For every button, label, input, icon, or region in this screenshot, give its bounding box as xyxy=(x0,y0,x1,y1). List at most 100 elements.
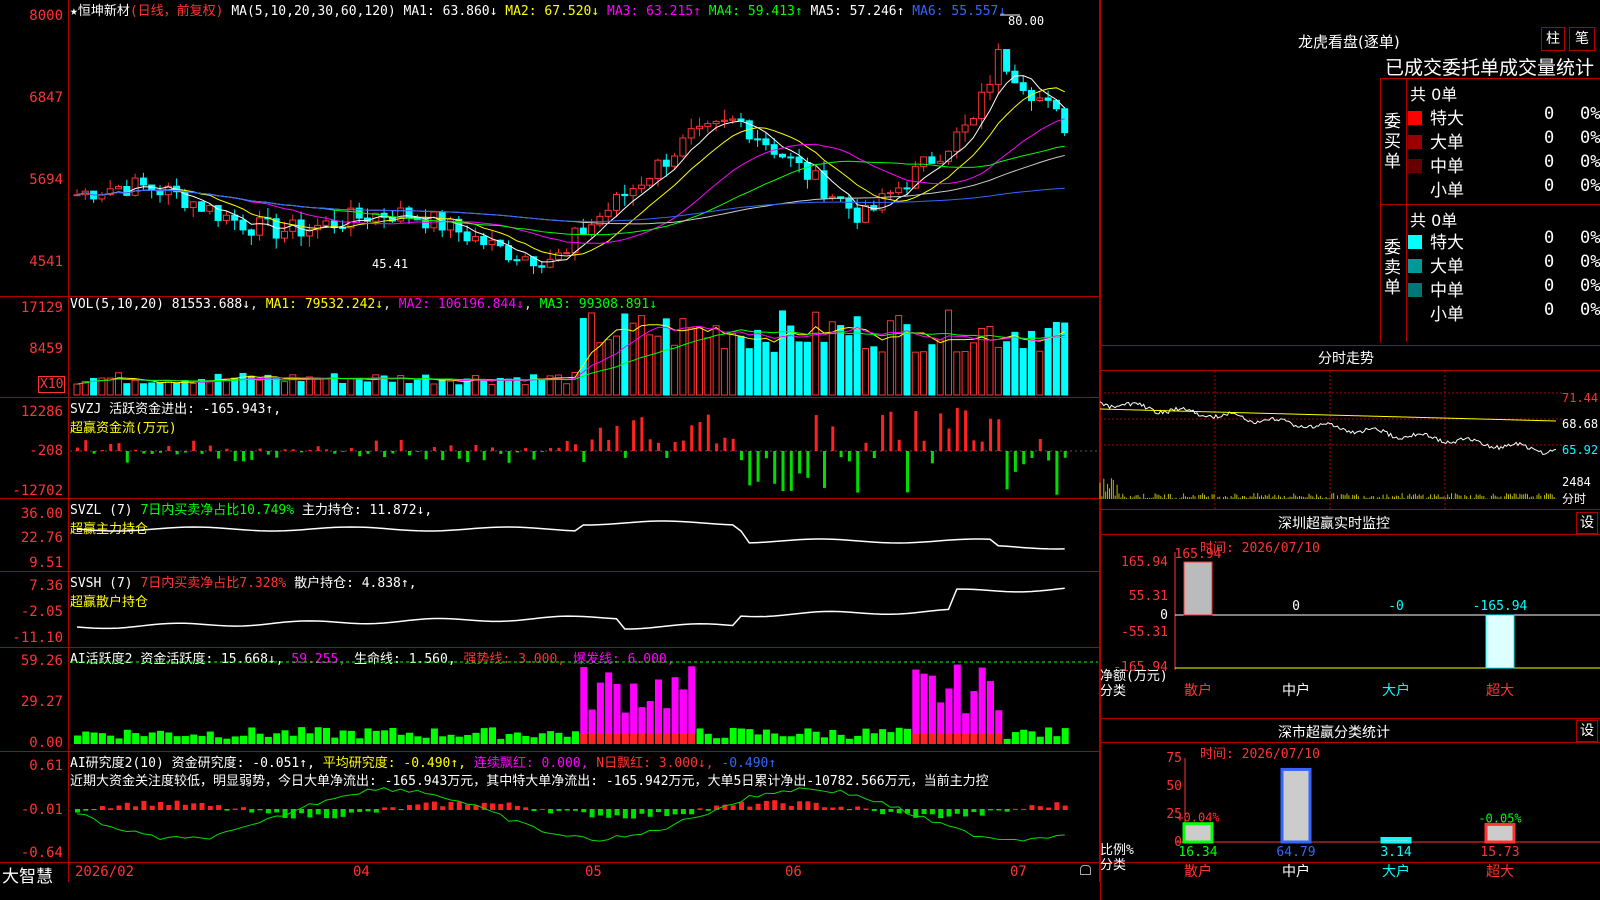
volume-bar xyxy=(671,344,679,396)
monitor-settings-button[interactable]: 设 xyxy=(1576,512,1598,534)
flow-bar xyxy=(474,445,478,451)
class-axis-label: 50 xyxy=(1166,779,1182,794)
research-bar xyxy=(1012,808,1018,810)
flow-bar xyxy=(266,451,270,455)
flow-bar xyxy=(1030,451,1034,458)
class-change-label: -0.05% xyxy=(1478,811,1522,825)
monitor-chart[interactable]: 165.94 55.31 0 -55.31 -165.94 净额(万元)分类 165.94 散… xyxy=(1100,547,1600,718)
row-value: 0 xyxy=(1544,228,1555,248)
flow-bar xyxy=(897,439,901,451)
svsh-chart[interactable] xyxy=(0,572,1100,647)
activity-bar xyxy=(464,735,472,744)
activity-bar xyxy=(347,730,355,744)
volume-panel[interactable]: VOL(5,10,20) 81553.688↓, MA1: 79532.242↓… xyxy=(0,297,1100,398)
flow-bar xyxy=(681,440,685,451)
activity-bar xyxy=(107,735,115,744)
ai-activity-chart[interactable] xyxy=(0,648,1100,751)
svzj-chart[interactable] xyxy=(0,398,1100,498)
activity-base xyxy=(995,734,1003,744)
activity-bar xyxy=(82,731,90,744)
intraday-chart[interactable] xyxy=(1099,371,1600,509)
axis-label: -11.10 xyxy=(12,630,63,646)
svsh-panel[interactable]: SVSH (7) 7日内买卖净占比7.328% 散户持仓: 4.838↑, 超赢… xyxy=(0,572,1100,648)
research-bar xyxy=(182,804,188,810)
activity-bar xyxy=(206,731,214,744)
monitor-value-label: 0 xyxy=(1292,599,1300,614)
flow-bar xyxy=(457,451,461,459)
volume-bar xyxy=(812,311,820,396)
volume-bar xyxy=(314,378,322,396)
axis-label: -0.64 xyxy=(20,845,63,861)
classstat-chart[interactable]: 7550250比例%分类+0.04%16.34散户64.79中户3.14大户-0… xyxy=(1100,751,1600,900)
research-bar xyxy=(573,809,578,811)
candle xyxy=(579,227,587,236)
classstat-panel[interactable]: 7550250比例%分类+0.04%16.34散户64.79中户3.14大户-0… xyxy=(1100,751,1600,900)
axis-label: 36.00 xyxy=(20,506,63,522)
candle xyxy=(637,184,645,190)
activity-bar xyxy=(289,735,297,744)
research-bar xyxy=(490,803,495,810)
candle xyxy=(505,245,513,261)
volume-bar xyxy=(339,382,347,396)
intraday-vol-label: 2484 xyxy=(1562,475,1591,489)
volume-bar xyxy=(969,342,977,396)
activity-bar xyxy=(513,732,521,744)
lock-icon[interactable] xyxy=(1080,865,1091,875)
research-bar xyxy=(954,809,960,814)
intraday-title-bar xyxy=(1100,345,1600,346)
row-percent: 0% xyxy=(1580,152,1600,172)
research-bar xyxy=(307,809,313,818)
volume-bar xyxy=(156,382,164,396)
flow-bar xyxy=(391,451,395,454)
price-line xyxy=(1099,401,1557,455)
svzj-panel[interactable]: SVZJ 活跃资金进出: -165.943↑, 超赢资金流(万元) xyxy=(0,398,1100,499)
tick-mode-button[interactable]: 笔 xyxy=(1569,27,1595,51)
candle xyxy=(422,219,430,229)
activity-bar xyxy=(688,666,696,744)
volume-bar xyxy=(173,382,181,396)
axis-label: -12702 xyxy=(12,483,63,499)
flow-bar xyxy=(482,451,486,461)
flow-bar xyxy=(648,439,652,451)
candle xyxy=(239,219,247,231)
flow-bar xyxy=(955,407,959,451)
row-value: 0 xyxy=(1544,252,1555,272)
volume-bar xyxy=(181,380,189,396)
monitor-category-label: 大户 xyxy=(1382,682,1410,699)
research-bar xyxy=(656,809,661,813)
date-tick: 05 xyxy=(585,864,602,880)
flow-bar xyxy=(582,451,586,463)
svzl-chart[interactable] xyxy=(0,499,1100,571)
legend-swatch xyxy=(1408,235,1422,249)
flow-bar xyxy=(847,451,851,462)
volume-bar xyxy=(596,342,604,396)
ai-research-panel[interactable]: AI研究度2(10) 资金研究度: -0.051↑, 平均研究度: -0.490… xyxy=(0,752,1100,863)
longhu-title: 龙虎看盘(逐单) xyxy=(1298,33,1400,51)
volume-chart[interactable] xyxy=(0,297,1100,397)
class-value-label: 15.73 xyxy=(1480,845,1519,860)
research-bar xyxy=(805,801,811,810)
flow-bar xyxy=(432,447,436,451)
main-chart-area[interactable]: ★恒坤新材(日线，前复权) MA(5,10,20,30,60,120) MA1:… xyxy=(0,0,1600,887)
monitor-panel[interactable]: 165.94 55.31 0 -55.31 -165.94 净额(万元) 分类 165.94 散… xyxy=(1100,547,1600,718)
research-bar xyxy=(191,803,197,810)
ai-research-chart[interactable] xyxy=(0,752,1100,862)
intraday-panel[interactable]: 71.44 68.68 65.92 2484 分时 xyxy=(1099,371,1600,509)
classstat-settings-button[interactable]: 设 xyxy=(1576,720,1598,742)
volume-bar xyxy=(214,373,222,396)
activity-bar xyxy=(489,727,496,744)
research-bar xyxy=(664,809,670,817)
sell-side-label: 委卖单 xyxy=(1384,238,1401,298)
research-bar xyxy=(780,803,786,810)
research-bar xyxy=(390,807,396,810)
candle xyxy=(920,156,928,167)
ai-activity-panel[interactable]: AI活跃度2 资金活跃度: 15.668↓, 59.255, 生命线: 1.56… xyxy=(0,648,1100,752)
svzl-panel[interactable]: SVZL (7) 7日内买卖净占比10.749% 主力持仓: 11.872↓, … xyxy=(0,499,1100,572)
candle xyxy=(812,170,820,180)
volume-bar xyxy=(588,312,596,396)
low-label: 45.41 xyxy=(372,257,408,271)
volume-bar xyxy=(720,348,728,396)
bar-mode-button[interactable]: 柱 xyxy=(1541,27,1565,51)
price-panel[interactable]: ★恒坤新材(日线，前复权) MA(5,10,20,30,60,120) MA1:… xyxy=(0,0,1100,297)
candlestick-chart[interactable]: 80.00 45.41 xyxy=(0,0,1100,296)
